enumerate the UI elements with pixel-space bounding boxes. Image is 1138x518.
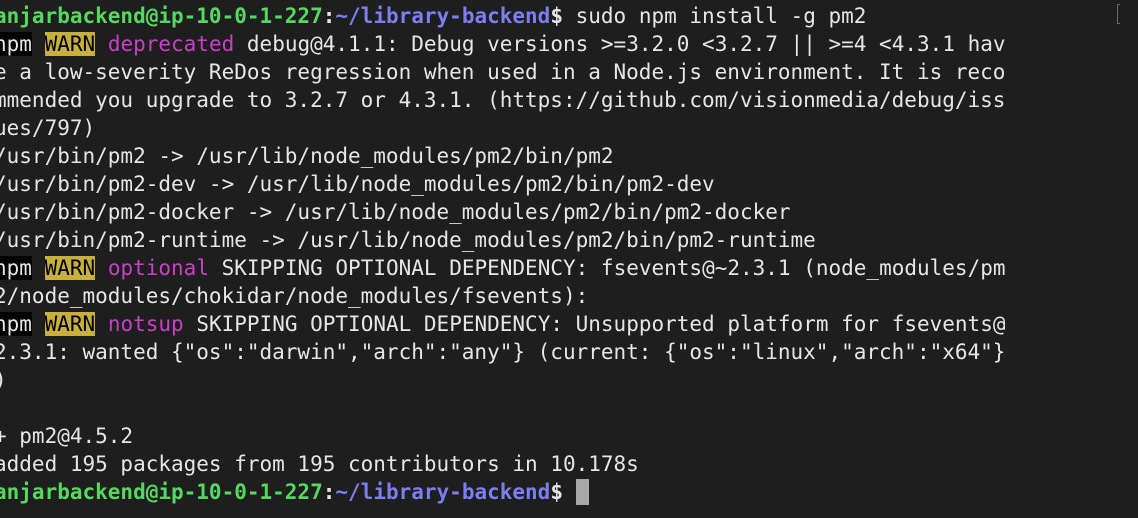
warning-line: npm WARN optional SKIPPING OPTIONAL DEPE… (0, 254, 1134, 282)
install-summary-line: added 195 packages from 195 contributors… (0, 452, 639, 476)
warning-continuation: 2.3.1: wanted {"os":"darwin","arch":"any… (0, 340, 1006, 364)
command-text: sudo npm install -g pm2 (575, 4, 867, 28)
prompt-path: ~/library-backend (335, 480, 551, 504)
warning-text: debug@4.1.1: Debug versions >=3.2.0 <3.2… (234, 32, 1006, 56)
warning-continuation: ) (0, 366, 1134, 394)
warn-tag: WARN (44, 32, 96, 56)
warning-continuation: 2/node_modules/chokidar/node_modules/fse… (0, 284, 589, 308)
command-line: anjarbackend@ip-10-0-1-227:~/library-bac… (0, 2, 1134, 30)
npm-tag: npm (0, 312, 32, 336)
symlink-line: /usr/bin/pm2-docker -> /usr/lib/node_mod… (0, 200, 791, 224)
warn-level-notsup: notsup (107, 312, 184, 336)
symlink-line: /usr/bin/pm2-dev -> /usr/lib/node_module… (0, 172, 715, 196)
installed-package-line: + pm2@4.5.2 (0, 424, 134, 448)
prompt-user-host: anjarbackend@ip-10-0-1-227 (0, 4, 323, 28)
warn-level-deprecated: deprecated (107, 32, 235, 56)
warning-continuation: e a low-severity ReDos regression when u… (0, 60, 1006, 84)
terminal-window[interactable]: anjarbackend@ip-10-0-1-227:~/library-bac… (0, 0, 1138, 518)
warning-continuation: ues/797) (0, 116, 96, 140)
npm-tag: npm (0, 32, 32, 56)
prompt-line[interactable]: anjarbackend@ip-10-0-1-227:~/library-bac… (0, 478, 1134, 506)
prompt-separator: : (322, 4, 336, 28)
warning-line: npm WARN deprecated debug@4.1.1: Debug v… (0, 30, 1134, 58)
warn-level-optional: optional (107, 256, 209, 280)
warning-continuation: mmended you upgrade to 3.2.7 or 4.3.1. (… (0, 88, 1006, 112)
prompt-separator: : (322, 480, 336, 504)
prompt-symbol: $ (550, 480, 576, 504)
terminal-output: anjarbackend@ip-10-0-1-227:~/library-bac… (0, 2, 1134, 506)
warning-line: npm WARN notsup SKIPPING OPTIONAL DEPEND… (0, 310, 1134, 338)
prompt-user-host: anjarbackend@ip-10-0-1-227 (0, 480, 323, 504)
warn-tag: WARN (44, 256, 96, 280)
symlink-line: /usr/bin/pm2 -> /usr/lib/node_modules/pm… (0, 144, 614, 168)
npm-tag: npm (0, 256, 32, 280)
symlink-line: /usr/bin/pm2-runtime -> /usr/lib/node_mo… (0, 228, 816, 252)
warn-tag: WARN (44, 312, 96, 336)
prompt-symbol: $ (550, 4, 576, 28)
prompt-path: ~/library-backend (335, 4, 551, 28)
warning-text: SKIPPING OPTIONAL DEPENDENCY: fsevents@~… (208, 256, 1006, 280)
warning-text: SKIPPING OPTIONAL DEPENDENCY: Unsupporte… (183, 312, 1006, 336)
text-cursor[interactable] (575, 479, 589, 505)
